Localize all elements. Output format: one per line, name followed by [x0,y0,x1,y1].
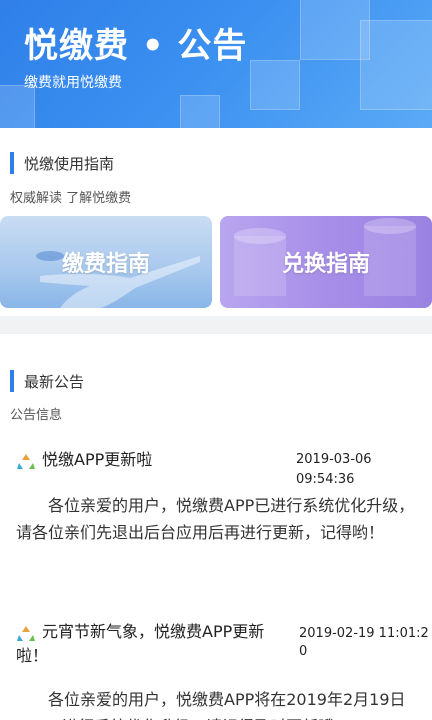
announcement-body: 各位亲爱的用户，悦缴费APP已进行系统优化升级，请各位亲们先退出后台应用后再进行… [16,496,415,542]
recycle-icon [17,626,35,641]
payment-guide-card[interactable]: 缴费指南 [0,216,212,308]
announcement-time: 2019-03-06 09:54:36 [296,452,372,487]
announcement-header: 元宵节新气象，悦缴费APP更新 [16,620,292,644]
decor-cube [360,20,432,110]
announcement-title: 悦缴APP更新啦 [42,450,153,469]
banner-subtitle: 缴费就用悦缴费 [24,75,122,91]
notice-section-title: 最新公告 [24,372,85,391]
exchange-guide-label: 兑换指南 [281,252,370,277]
announcement-time: 2019-02-19 11:01:2 [299,626,429,641]
guide-section-subtitle: 权威解读 了解悦缴费 [10,191,132,206]
announcement-title-continued: 啦！ [16,646,49,665]
exchange-guide-card[interactable]: 兑换指南 [220,216,432,308]
announcement-time-continued: 0 [299,644,308,659]
payment-guide-label: 缴费指南 [61,252,150,277]
heading-accent-bar [10,152,14,174]
section-divider [0,316,432,334]
page-title: 悦缴费 • 公告 [24,26,248,66]
decor-cube [250,60,300,110]
recycle-icon [17,454,35,469]
header-banner: 悦缴费 • 公告 缴费就用悦缴费 [0,0,432,128]
decor-cube [180,95,220,128]
guide-section-title: 悦缴使用指南 [24,154,115,173]
notice-section-subtitle: 公告信息 [10,408,63,423]
announcement-header: 悦缴APP更新啦 [16,448,152,472]
announcement-body: 各位亲爱的用户，悦缴费APP将在2019年2月19日11:00进行系统优化升级，… [16,690,406,720]
guide-section-heading: 悦缴使用指南 [10,152,114,174]
notice-section-heading: 最新公告 [10,370,84,392]
heading-accent-bar [10,370,14,392]
announcement-title: 元宵节新气象，悦缴费APP更新 [42,622,265,641]
